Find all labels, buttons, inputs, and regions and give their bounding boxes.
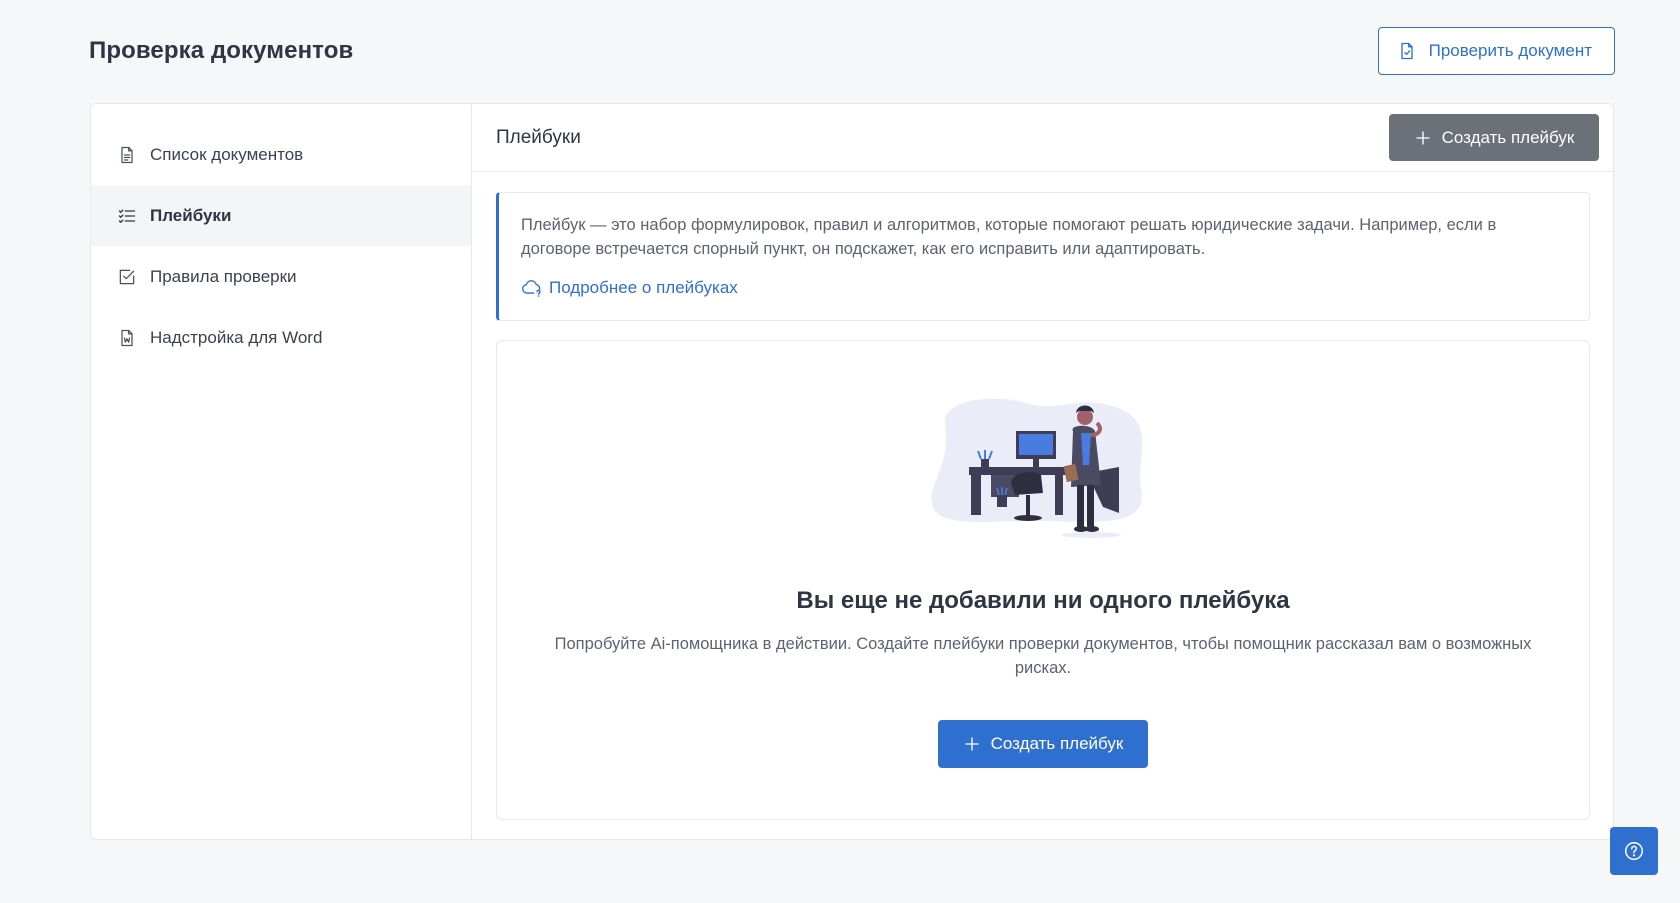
document-icon xyxy=(121,146,133,163)
plus-icon xyxy=(1415,130,1430,145)
sidebar-item-label: Надстройка для Word xyxy=(150,327,323,347)
empty-state-title: Вы еще не добавили ни одного плейбука xyxy=(796,587,1290,614)
question-circle-icon xyxy=(1625,842,1643,860)
empty-state: Вы еще не добавили ни одного плейбука По… xyxy=(496,340,1590,820)
checklist-icon xyxy=(118,209,136,223)
create-playbook-label: Создать плейбук xyxy=(1441,127,1575,147)
page-title: Проверка документов xyxy=(89,37,354,64)
learn-more-label: Подробнее о плейбуках xyxy=(549,278,738,297)
info-callout: Плейбук — это набор формулировок, правил… xyxy=(496,192,1590,321)
sidebar-item-playbooks[interactable]: Плейбуки xyxy=(91,185,471,246)
word-file-icon xyxy=(121,329,133,346)
cloud-question-icon xyxy=(522,280,541,297)
learn-more-link[interactable]: Подробнее о плейбуках xyxy=(521,278,1565,298)
main-panel: Плейбуки Создать плейбук Плейбук — это н… xyxy=(472,104,1613,839)
plus-icon xyxy=(964,737,979,751)
info-text: Плейбук — это набор формулировок, правил… xyxy=(521,216,1497,258)
content-card: Список документов Плейбуки Правила прове… xyxy=(90,103,1614,840)
sidebar-item-label: Список документов xyxy=(150,144,304,164)
main-header: Плейбуки Создать плейбук xyxy=(472,104,1613,172)
check-document-button[interactable]: Проверить документ xyxy=(1377,27,1615,75)
create-playbook-button[interactable]: Создать плейбук xyxy=(938,720,1148,768)
checkbox-icon xyxy=(119,269,135,284)
sidebar-item-documents[interactable]: Список документов xyxy=(91,124,471,185)
section-title: Плейбуки xyxy=(496,126,581,148)
check-document-label: Проверить документ xyxy=(1428,41,1592,60)
create-playbook-header-button[interactable]: Создать плейбук xyxy=(1389,114,1599,161)
sidebar-item-label: Правила проверки xyxy=(150,266,297,286)
empty-state-illustration xyxy=(931,398,1143,538)
sidebar: Список документов Плейбуки Правила прове… xyxy=(91,104,472,839)
create-playbook-label: Создать плейбук xyxy=(990,734,1124,753)
sidebar-item-label: Плейбуки xyxy=(150,205,232,225)
sidebar-item-check-rules[interactable]: Правила проверки xyxy=(91,246,471,307)
help-button[interactable] xyxy=(1610,827,1658,875)
document-check-icon xyxy=(1400,42,1413,60)
page-header: Проверка документов Проверить документ xyxy=(89,27,1615,75)
sidebar-item-word-addin[interactable]: Надстройка для Word xyxy=(91,307,471,368)
empty-state-description: Попробуйте Ai-помощника в действии. Созд… xyxy=(554,635,1532,677)
